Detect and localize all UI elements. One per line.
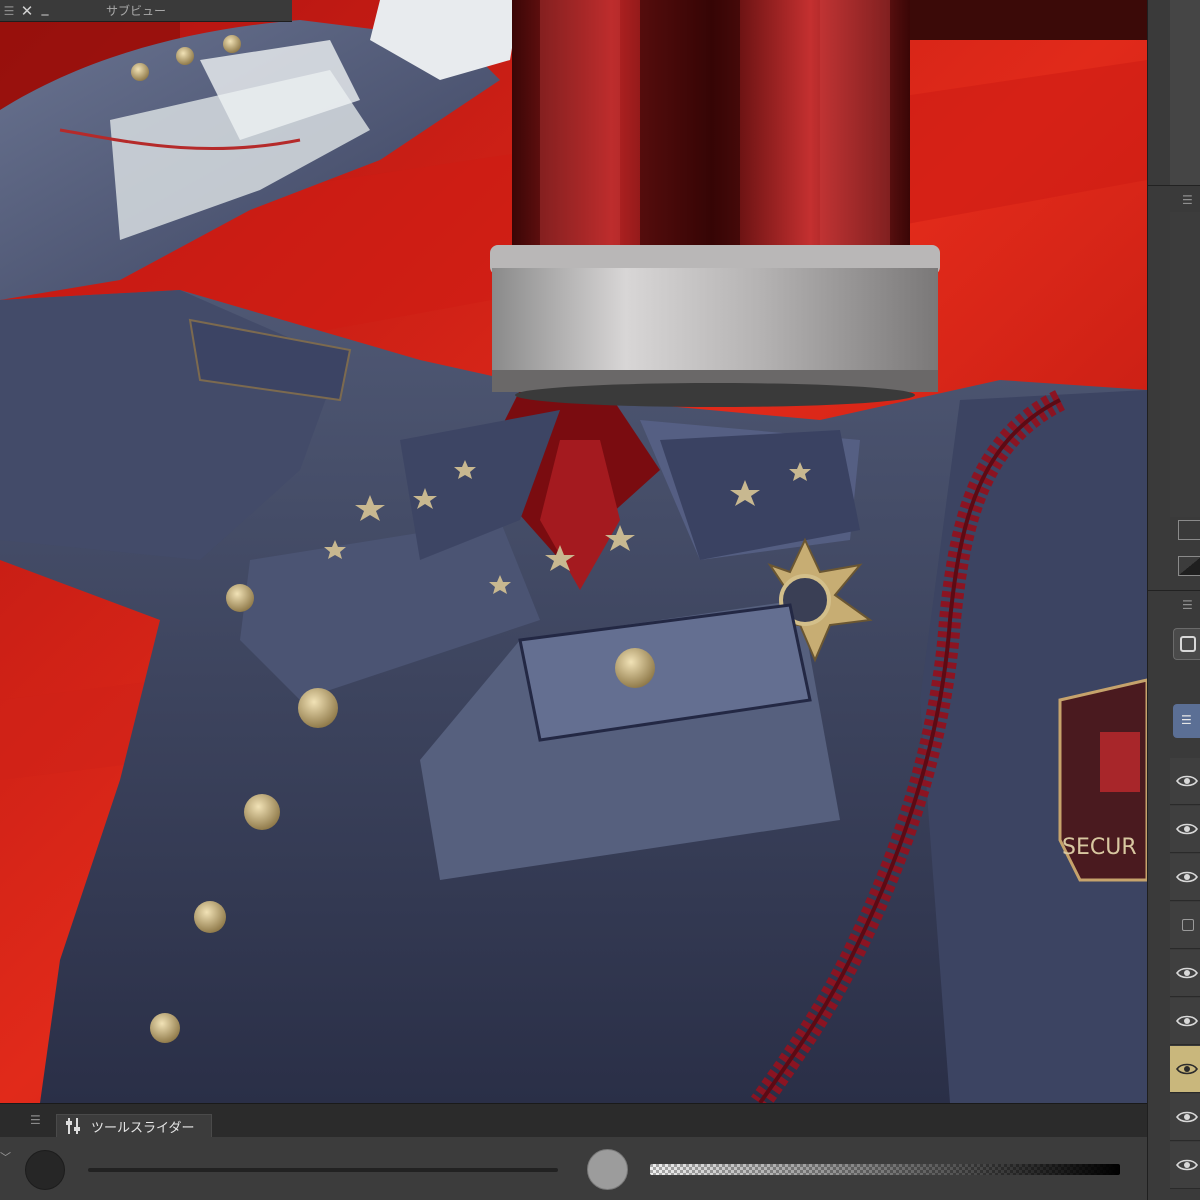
- frame-icon[interactable]: [1178, 520, 1200, 540]
- layer-row[interactable]: [1170, 950, 1200, 997]
- sleeve-patch-text: SECUR: [1062, 835, 1137, 860]
- brush-opacity-handle[interactable]: [587, 1149, 628, 1190]
- eye-icon[interactable]: [1176, 966, 1198, 980]
- dock-divider: [1148, 590, 1200, 591]
- layer-row[interactable]: [1170, 758, 1200, 805]
- hamburger-icon[interactable]: ☰: [1182, 598, 1193, 612]
- right-dock-panel: ☰ ☰ ☰: [1147, 0, 1200, 1200]
- eye-icon[interactable]: [1176, 870, 1198, 884]
- panel-tabbar: ☰ ツールスライダー: [0, 1104, 1147, 1137]
- dock-panel-middle: [1170, 212, 1200, 517]
- subview-title: サブビュー: [106, 4, 167, 18]
- eye-icon[interactable]: [1176, 774, 1198, 788]
- chevron-down-icon[interactable]: ﹀: [0, 1149, 11, 1165]
- layer-row[interactable]: [1170, 998, 1200, 1045]
- hamburger-icon[interactable]: ☰: [30, 1113, 41, 1127]
- brush-size-slider[interactable]: [88, 1168, 558, 1172]
- layer-mode-button[interactable]: [1173, 628, 1200, 660]
- dock-panel-top: [1170, 0, 1200, 185]
- eye-icon[interactable]: [1176, 822, 1198, 836]
- slider-area: ﹀: [0, 1137, 1147, 1200]
- brush-opacity-slider[interactable]: [650, 1164, 1120, 1175]
- layer-list-button[interactable]: ☰: [1173, 704, 1200, 738]
- minimize-icon[interactable]: _: [36, 0, 54, 16]
- dock-divider: [1148, 185, 1200, 186]
- tool-slider-panel: ☰ ツールスライダー ﹀: [0, 1103, 1147, 1200]
- square-icon: [1180, 636, 1196, 652]
- layer-row[interactable]: [1170, 902, 1200, 949]
- artwork: SECUR: [0, 0, 1147, 1103]
- close-icon[interactable]: ✕: [18, 2, 36, 20]
- layer-row[interactable]: [1170, 1046, 1200, 1093]
- eye-icon[interactable]: [1176, 1158, 1198, 1172]
- visibility-checkbox[interactable]: [1182, 919, 1194, 931]
- layer-row[interactable]: [1170, 806, 1200, 853]
- layer-row[interactable]: [1170, 854, 1200, 901]
- brush-size-preview[interactable]: [25, 1150, 65, 1190]
- tool-slider-icon: [66, 1118, 80, 1134]
- drawing-canvas[interactable]: SECUR: [0, 0, 1147, 1103]
- list-icon: ☰: [1181, 713, 1192, 727]
- tab-tool-slider[interactable]: ツールスライダー: [56, 1114, 212, 1137]
- subview-titlebar[interactable]: ☰ ✕ _ サブビュー: [0, 0, 292, 22]
- hamburger-icon[interactable]: ☰: [1182, 193, 1193, 207]
- eye-icon[interactable]: [1176, 1062, 1198, 1076]
- layer-row[interactable]: [1170, 1142, 1200, 1189]
- eye-icon[interactable]: [1176, 1014, 1198, 1028]
- layer-row[interactable]: [1170, 1094, 1200, 1141]
- app-window: SECUR ☰ ✕ _ サブビュー ☰ ☰ ☰ ☰ ツールスライダー ﹀: [0, 0, 1200, 1200]
- tab-tool-slider-label: ツールスライダー: [91, 1120, 195, 1136]
- siren-head: [490, 0, 940, 407]
- gradient-swatch-icon[interactable]: [1178, 556, 1200, 576]
- eye-icon[interactable]: [1176, 1110, 1198, 1124]
- hamburger-icon[interactable]: ☰: [0, 4, 18, 18]
